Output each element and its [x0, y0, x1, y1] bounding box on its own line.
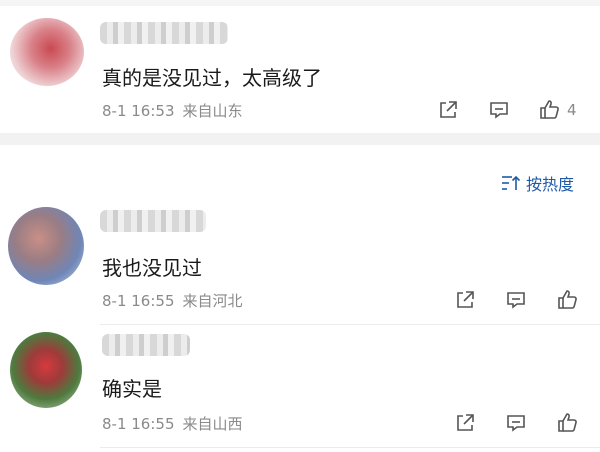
comment-date: 8-1 16:53	[102, 102, 175, 120]
like-icon[interactable]	[556, 411, 578, 433]
share-icon[interactable]	[454, 412, 476, 434]
sort-label: 按热度	[526, 175, 575, 194]
section-gap	[0, 133, 600, 145]
comment-meta: 8-1 16:55 来自山西	[102, 413, 243, 434]
like-icon[interactable]	[556, 288, 578, 310]
sort-by-heat-button[interactable]: 按热度	[501, 171, 574, 195]
comment-location: 来自山东	[182, 102, 243, 120]
like-count: 4	[567, 101, 577, 119]
comment-meta: 8-1 16:55 来自河北	[102, 290, 243, 311]
comment-icon[interactable]	[505, 412, 527, 434]
comment-date: 8-1 16:55	[102, 292, 175, 310]
top-separator	[0, 0, 600, 6]
comment-location: 来自山西	[182, 415, 243, 433]
comment-text: 真的是没见过，太高级了	[102, 66, 322, 90]
sort-icon	[502, 175, 521, 190]
share-icon[interactable]	[454, 289, 476, 311]
avatar[interactable]	[10, 18, 84, 86]
username-blurred[interactable]	[100, 22, 228, 44]
comment-text: 我也没见过	[102, 256, 202, 280]
like-icon[interactable]	[538, 98, 560, 120]
comment-text: 确实是	[102, 377, 162, 401]
comment-divider	[100, 324, 600, 325]
comment-date: 8-1 16:55	[102, 415, 175, 433]
comment-icon[interactable]	[488, 99, 510, 121]
comment-meta: 8-1 16:53 来自山东	[102, 100, 243, 121]
avatar[interactable]	[8, 207, 84, 285]
share-icon[interactable]	[437, 99, 459, 121]
comment-divider	[100, 447, 600, 448]
comment-icon[interactable]	[505, 289, 527, 311]
username-blurred[interactable]	[100, 210, 206, 232]
avatar[interactable]	[10, 332, 82, 408]
username-blurred[interactable]	[102, 334, 190, 356]
comment-location: 来自河北	[182, 292, 243, 310]
